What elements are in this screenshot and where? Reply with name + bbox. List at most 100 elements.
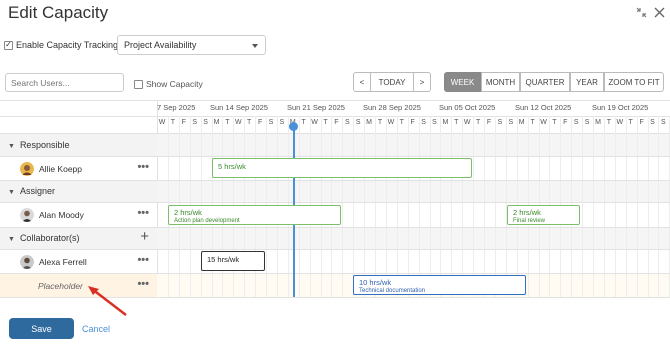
day-letter: W [311, 119, 318, 126]
day-column-line [407, 116, 409, 297]
more-options-icon[interactable]: ••• [137, 254, 149, 266]
day-letter: S [497, 119, 503, 126]
day-letter: T [399, 119, 404, 126]
day-letter: T [301, 119, 306, 126]
placeholder-row: Placeholder ••• [0, 274, 157, 297]
day-letter: W [540, 119, 547, 126]
show-capacity-label: Show Capacity [146, 79, 203, 89]
user-name: Allie Koepp [39, 164, 83, 174]
week-label: 7 Sep 2025 [157, 103, 196, 112]
day-letter: W [616, 119, 624, 126]
day-column-line [636, 116, 638, 297]
save-button[interactable]: Save [9, 318, 74, 339]
group-header-assigner[interactable]: ▼ Assigner [0, 180, 157, 202]
chevron-down-icon: ▼ [8, 143, 15, 150]
day-letter: T [530, 119, 535, 126]
user-name: Alan Moody [39, 210, 84, 220]
more-options-icon[interactable]: ••• [137, 161, 149, 173]
grid-divider [0, 227, 670, 228]
group-header-collaborators[interactable]: ▼ Collaborator(s) + [0, 227, 157, 249]
day-letter: S [584, 119, 590, 126]
grid-divider [0, 202, 670, 203]
day-letter: M [518, 119, 525, 126]
grid-divider [0, 249, 670, 250]
day-letter: S [421, 119, 426, 126]
grid-divider [0, 156, 670, 157]
user-name: Alexa Ferrell [39, 257, 87, 267]
enable-tracking-checkbox[interactable]: ✓ Enable Capacity Tracking [4, 40, 118, 50]
day-column-line [375, 116, 376, 297]
bar-hours: 10 hrs/wk [359, 278, 392, 287]
day-column-line [462, 116, 464, 297]
day-column-line [658, 116, 660, 297]
collapse-icon[interactable] [636, 6, 647, 21]
day-column-line [385, 116, 387, 297]
cancel-link[interactable]: Cancel [82, 324, 110, 334]
day-letter: S [279, 119, 285, 126]
week-label: Sun 12 Oct 2025 [515, 103, 572, 112]
close-icon[interactable] [654, 6, 665, 21]
day-letter: M [595, 119, 601, 126]
day-column-line [494, 116, 496, 297]
view-zoom-to-fit-button[interactable]: ZOOM TO FIT [604, 72, 664, 92]
grid-divider [0, 100, 670, 101]
availability-select[interactable]: Project Availability [117, 35, 266, 55]
add-collaborator-icon[interactable]: + [140, 228, 149, 245]
more-options-icon[interactable]: ••• [137, 207, 149, 219]
avatar [20, 208, 34, 222]
day-column-line [440, 116, 442, 297]
enable-tracking-label: Enable Capacity Tracking [16, 40, 119, 50]
day-letter: S [344, 119, 350, 126]
day-letter: W [463, 119, 471, 126]
today-button[interactable]: TODAY [370, 72, 414, 92]
checkbox-check-icon: ✓ [4, 40, 13, 50]
bar-task: Technical documentation [359, 288, 426, 294]
day-column-line [451, 116, 453, 297]
availability-select-value: Project Availability [124, 40, 197, 50]
day-letter: S [573, 119, 579, 126]
day-column-line [647, 116, 649, 297]
capacity-bar[interactable]: 2 hrs/wk Action plan development [168, 205, 341, 225]
day-column-line [364, 116, 366, 297]
grid-divider [0, 180, 670, 181]
bar-task: Final review [513, 218, 546, 224]
day-letter: M [213, 119, 220, 126]
view-month-button[interactable]: MONTH [481, 72, 520, 92]
day-letter: F [334, 119, 339, 126]
group-header-responsible[interactable]: ▼ Responsible [0, 134, 157, 156]
bar-task: Action plan development [174, 218, 240, 224]
prev-button[interactable]: < [353, 72, 371, 92]
capacity-bar[interactable]: 2 hrs/wk Final review [507, 205, 580, 225]
day-letter: F [181, 119, 186, 126]
week-label: Sun 21 Sep 2025 [287, 103, 345, 112]
grid-divider [0, 273, 670, 274]
week-label: Sun 28 Sep 2025 [363, 103, 421, 112]
capacity-bar[interactable]: 15 hrs/wk [201, 251, 265, 271]
view-week-button[interactable]: WEEK [444, 72, 481, 92]
view-quarter-button[interactable]: QUARTER [520, 72, 570, 92]
view-year-button[interactable]: YEAR [570, 72, 604, 92]
show-capacity-checkbox[interactable]: Show Capacity [134, 79, 203, 89]
day-letter: T [552, 119, 557, 126]
capacity-bar[interactable]: 5 hrs/wk [212, 158, 472, 178]
chevron-down-icon: ▼ [8, 236, 15, 243]
checkbox-empty-icon [134, 79, 143, 89]
day-letter: T [454, 119, 459, 126]
next-button[interactable]: > [413, 72, 431, 92]
bar-hours: 2 hrs/wk [174, 208, 202, 217]
day-letter: T [323, 119, 328, 126]
day-column-line [418, 116, 420, 297]
day-letter: S [432, 119, 437, 126]
day-column-line [614, 116, 616, 297]
day-letter: T [475, 119, 481, 126]
day-letter: S [661, 119, 666, 126]
day-letter: F [486, 119, 492, 126]
chevron-down-icon: ▼ [8, 189, 15, 196]
day-column-line [593, 116, 594, 297]
day-letter: S [203, 119, 208, 126]
capacity-bar[interactable]: 10 hrs/wk Technical documentation [353, 275, 526, 295]
search-users-input[interactable] [5, 73, 124, 92]
day-letter: M [442, 119, 449, 126]
more-options-icon[interactable]: ••• [137, 278, 149, 290]
day-column-line [603, 116, 605, 297]
